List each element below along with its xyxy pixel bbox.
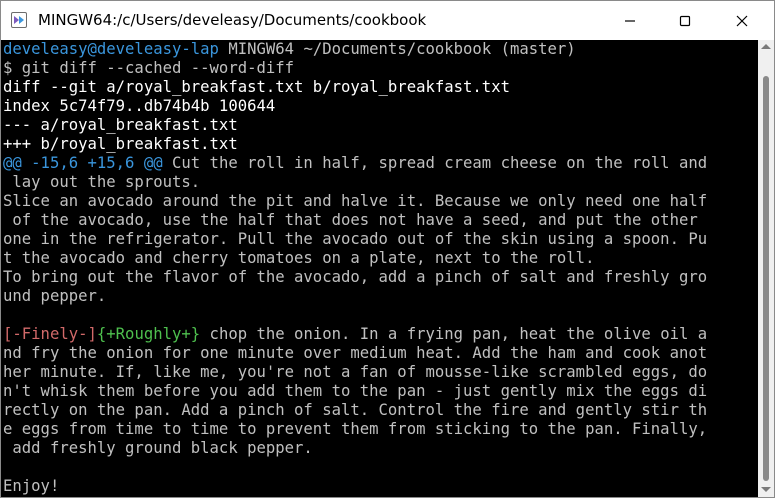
prompt-line: develeasy@develeasy-lap MINGW64 ~/Docume…	[3, 40, 576, 59]
scroll-down-arrow-icon[interactable]	[761, 487, 771, 492]
diff-header-line: diff --git a/royal_breakfast.txt b/royal…	[3, 78, 510, 96]
word-diff-line: [-Finely-]{+Roughly+} chop the onion. In…	[3, 325, 707, 344]
prompt-branch: (master)	[500, 40, 576, 58]
diff-text-line: To bring out the flavor of the avocado, …	[3, 268, 708, 286]
maximize-icon	[679, 15, 691, 26]
diff-text-line: one in the refrigerator. Pull the avocad…	[3, 230, 708, 248]
title-bar[interactable]: MINGW64:/c/Users/develeasy/Documents/coo…	[1, 1, 774, 40]
diff-text-line: n't whisk them before you add them to th…	[3, 382, 708, 400]
word-diff-deleted: [-Finely-]	[3, 325, 97, 343]
diff-text-line: rectly on the pan. Add a pinch of salt. …	[3, 401, 708, 419]
new-file-line: +++ b/royal_breakfast.txt	[3, 135, 238, 153]
closing-line: Enjoy!	[3, 477, 60, 495]
diff-text-line: t the avocado and cherry tomatoes on a p…	[3, 249, 595, 267]
prompt-system: MINGW64	[228, 40, 295, 58]
hunk-context: Cut the roll in half, spread cream chees…	[162, 154, 708, 172]
hunk-header: @@ -15,6 +15,6 @@	[3, 154, 163, 172]
terminal-window: MINGW64:/c/Users/develeasy/Documents/coo…	[0, 0, 775, 498]
terminal-output[interactable]: develeasy@develeasy-lap MINGW64 ~/Docume…	[1, 40, 758, 497]
close-button[interactable]	[719, 1, 765, 40]
prompt-path: ~/Documents/cookbook	[303, 40, 492, 58]
old-file-line: --- a/royal_breakfast.txt	[3, 116, 238, 134]
diff-text-line: und pepper.	[3, 287, 107, 305]
scroll-up-arrow-icon[interactable]	[761, 44, 771, 49]
diff-text-line: Slice an avocado around the pit and halv…	[3, 192, 708, 210]
diff-text-line: nd fry the onion for one minute over med…	[3, 344, 708, 362]
close-icon	[736, 15, 748, 26]
command-line: $ git diff --cached --word-diff	[3, 59, 295, 77]
scrollbar-thumb[interactable]	[763, 76, 769, 481]
diff-text-line: her minute. If, like me, you're not a fa…	[3, 363, 708, 381]
diff-text-line: add freshly ground black pepper.	[3, 439, 313, 457]
maximize-button[interactable]	[662, 1, 708, 40]
index-line: index 5c74f79..db74b4b 100644	[3, 97, 276, 115]
vertical-scrollbar[interactable]	[758, 40, 774, 497]
window-title: MINGW64:/c/Users/develeasy/Documents/coo…	[38, 11, 427, 29]
mingw-app-icon	[11, 12, 27, 28]
prompt-user-host: develeasy@develeasy-lap	[3, 40, 219, 58]
word-diff-rest: chop the onion. In a frying pan, heat th…	[200, 325, 708, 343]
minimize-icon	[625, 19, 635, 22]
word-diff-added: {+Roughly+}	[96, 325, 201, 343]
hunk-header-line: @@ -15,6 +15,6 @@ Cut the roll in half, …	[3, 154, 707, 173]
diff-text-line: e eggs from time to time to prevent them…	[3, 420, 708, 438]
minimize-button[interactable]	[607, 1, 653, 40]
hunk-context-continued: lay out the sprouts.	[3, 173, 201, 191]
diff-text-line: of the avocado, use the half that does n…	[3, 211, 698, 229]
